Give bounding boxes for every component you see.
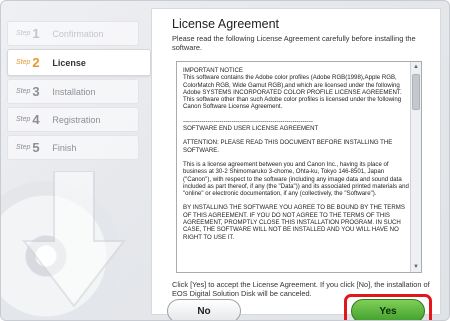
step-number: 4 [32,112,40,127]
yes-button[interactable]: Yes [351,299,425,320]
step-installation: Step 3 Installation [7,79,139,104]
installer-window: Step 1 Confirmation Step 2 License Step … [0,0,450,321]
step-name: Confirmation [52,28,104,39]
step-finish: Step 5 Finish [7,135,139,160]
license-text: IMPORTANT NOTICE This software contains … [183,67,409,248]
step-name: License [52,57,86,68]
no-button[interactable]: No [167,299,241,320]
intro-text: Please read the following License Agreem… [172,34,416,52]
license-paragraph: IMPORTANT NOTICE This software contains … [183,67,402,111]
step-label: Step [16,59,31,66]
step-label: Step [16,144,31,151]
step-label: Step [16,88,31,95]
step-name: Finish [52,142,77,153]
scroll-up-icon[interactable]: ▲ [411,62,421,72]
license-panel: License Agreement Please read the follow… [151,8,441,315]
scrollbar-thumb[interactable] [412,74,420,110]
step-registration: Step 4 Registration [7,107,139,132]
license-paragraph: ----------------------------------------… [183,117,319,133]
step-number: 1 [32,26,40,41]
scroll-down-icon[interactable]: ▼ [411,262,421,272]
step-license: Step 2 License [7,49,151,76]
license-paragraph: This is a license agreement between you … [183,160,409,198]
page-title: License Agreement [172,17,280,31]
step-number: 5 [32,140,40,155]
step-name: Registration [52,114,101,125]
step-number: 2 [32,55,40,70]
vertical-scrollbar[interactable]: ▲ ▼ [410,62,421,272]
arrow-down-icon [21,171,127,308]
step-confirmation: Step 1 Confirmation [7,21,139,46]
step-name: Installation [52,86,96,97]
license-paragraph: BY INSTALLING THE SOFTWARE YOU AGREE TO … [183,204,405,241]
step-label: Step [16,116,31,123]
license-paragraph: ATTENTION: PLEASE READ THIS DOCUMENT BEF… [183,139,393,154]
steps-sidebar: Step 1 Confirmation Step 2 License Step … [7,21,151,163]
step-number: 3 [32,84,40,99]
step-label: Step [16,30,31,37]
license-textbox[interactable]: IMPORTANT NOTICE This software contains … [176,61,422,273]
